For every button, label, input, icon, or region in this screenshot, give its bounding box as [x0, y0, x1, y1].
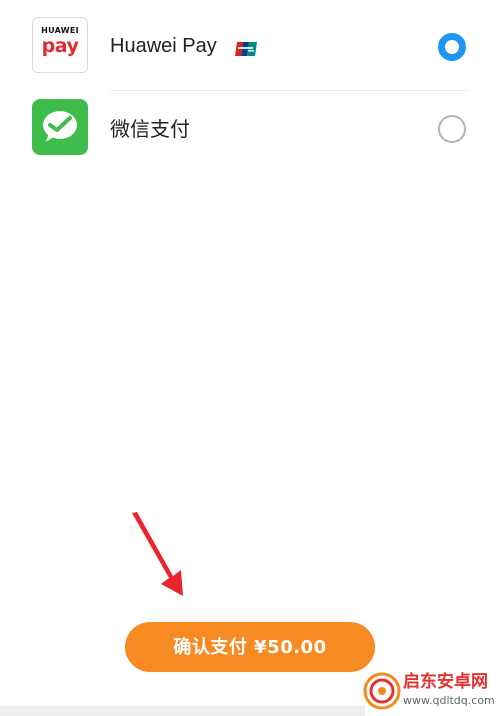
- payment-option-wechat-pay[interactable]: 微信支付: [0, 90, 500, 176]
- wechat-pay-logo-icon: [32, 99, 88, 155]
- payment-option-label: Huawei Pay: [110, 34, 258, 58]
- payment-option-huawei-pay[interactable]: HUAWEI pay Huawei Pay: [0, 4, 500, 91]
- watermark-url: www.qdltdq.com: [403, 694, 495, 707]
- wechat-pay-radio[interactable]: [438, 115, 466, 143]
- pay-logo-text: pay: [41, 35, 79, 57]
- huawei-pay-label: Huawei Pay: [110, 35, 217, 57]
- huawei-logo-text: HUAWEI: [41, 26, 79, 35]
- red-arrow-icon: [132, 512, 183, 596]
- watermark: 启东安卓网 www.qdltdq.com: [363, 668, 498, 714]
- huawei-pay-radio[interactable]: [438, 33, 466, 61]
- wechat-pay-label: 微信支付: [110, 117, 190, 141]
- unionpay-icon: [234, 38, 258, 56]
- watermark-logo-icon: [363, 672, 401, 710]
- bottom-bar: [0, 706, 365, 716]
- confirm-pay-button[interactable]: 确认支付 ¥50.00: [125, 622, 375, 672]
- watermark-name: 启东安卓网: [403, 672, 488, 692]
- huawei-pay-logo-icon: HUAWEI pay: [32, 17, 88, 73]
